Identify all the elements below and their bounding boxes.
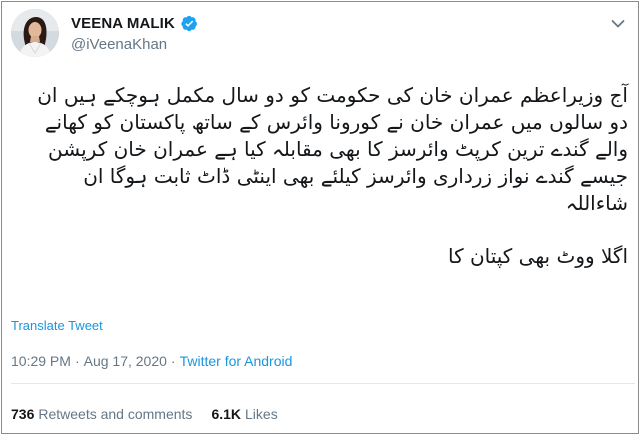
- tweet-paragraph: آج وزیراعظم عمران خان کی حکومت کو دو سال…: [37, 83, 628, 215]
- meta-separator: ·: [74, 353, 80, 369]
- retweets-stat[interactable]: 736 Retweets and comments: [11, 406, 192, 422]
- tweet-paragraph: اگلا ووٹ بھی کپتان کا: [447, 244, 628, 268]
- likes-count: 6.1K: [211, 406, 242, 422]
- tweet-time[interactable]: 10:29 PM: [11, 353, 71, 369]
- tweet-date[interactable]: Aug 17, 2020: [84, 353, 167, 369]
- divider: [11, 383, 635, 384]
- tweet-metadata: 10:29 PM · Aug 17, 2020 · Twitter for An…: [11, 353, 292, 369]
- likes-label: Likes: [245, 406, 278, 422]
- retweets-label: Retweets and comments: [38, 406, 193, 422]
- avatar-image: [11, 9, 59, 57]
- author-name[interactable]: VEENA MALIK: [71, 15, 175, 32]
- author-name-row[interactable]: VEENA MALIK: [71, 15, 198, 32]
- translate-tweet-link[interactable]: Translate Tweet: [11, 318, 103, 333]
- avatar[interactable]: [11, 9, 59, 57]
- tweet-text: آج وزیراعظم عمران خان کی حکومت کو دو سال…: [16, 82, 628, 270]
- verified-badge-icon: [181, 15, 198, 32]
- meta-separator: ·: [170, 353, 176, 369]
- tweet-source-link[interactable]: Twitter for Android: [180, 353, 293, 369]
- retweets-count: 736: [11, 406, 35, 422]
- tweet-card: VEENA MALIK @iVeenaKhan آج وزیراعظم عمرا…: [1, 1, 639, 434]
- engagement-stats: 736 Retweets and comments 6.1K Likes: [11, 406, 278, 422]
- author-handle[interactable]: @iVeenaKhan: [71, 36, 167, 53]
- chevron-down-icon[interactable]: [611, 19, 625, 29]
- likes-stat[interactable]: 6.1K Likes: [211, 406, 277, 422]
